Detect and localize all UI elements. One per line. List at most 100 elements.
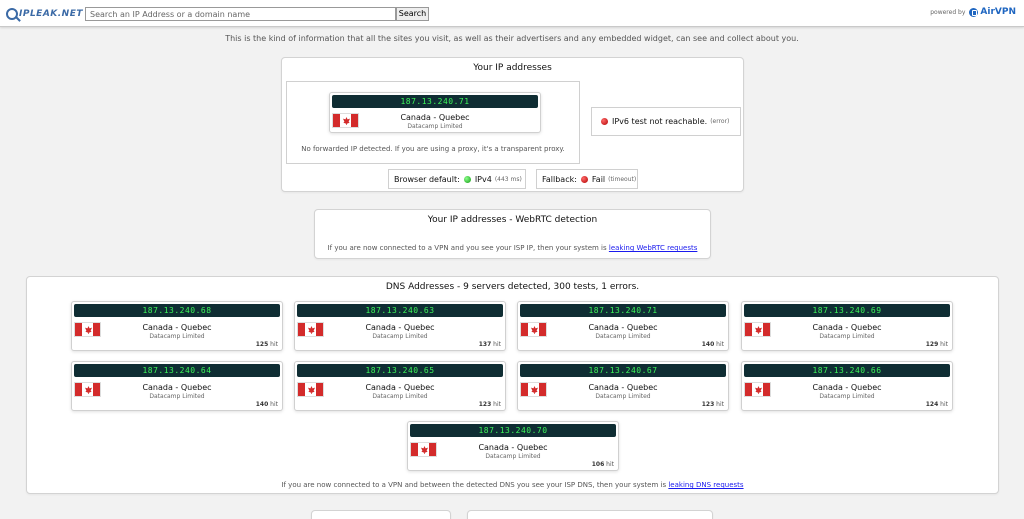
hit-label: hit	[270, 401, 278, 408]
webrtc-note: If you are now connected to a VPN and yo…	[315, 244, 710, 252]
dns-server-isp: Datacamp Limited	[595, 333, 651, 340]
ipv6-text: IPv6 test not reachable.	[612, 117, 708, 126]
leaking-webrtc-link[interactable]: leaking WebRTC requests	[609, 244, 698, 252]
search-button[interactable]: Search	[396, 7, 429, 21]
dns-server-card: 187.13.240.65 Canada - Quebec Datacamp L…	[294, 361, 506, 411]
dns-title: DNS Addresses - 9 servers detected, 300 …	[385, 282, 640, 292]
dns-server-hits: 140 hit	[702, 341, 724, 348]
dns-server-isp: Datacamp Limited	[819, 333, 875, 340]
dns-server-location: Canada - Quebec	[365, 323, 435, 332]
airvpn-lock-icon	[969, 7, 979, 17]
dns-server-hits: 123 hit	[702, 401, 724, 408]
next-panel-left	[311, 510, 451, 519]
hit-count: 129	[925, 341, 939, 348]
dns-server-isp: Datacamp Limited	[595, 393, 651, 400]
hit-label: hit	[606, 461, 614, 468]
intro-text: This is the kind of information that all…	[225, 34, 799, 43]
dns-server-hits: 125 hit	[256, 341, 278, 348]
hit-label: hit	[940, 341, 948, 348]
dns-server-card: 187.13.240.69 Canada - Quebec Datacamp L…	[741, 301, 953, 351]
hit-label: hit	[270, 341, 278, 348]
fallback-note: (timeout)	[608, 175, 637, 183]
fail-dot-icon	[580, 175, 588, 183]
fallback-label: Fallback:	[542, 174, 577, 184]
dns-server-card: 187.13.240.71 Canada - Quebec Datacamp L…	[517, 301, 729, 351]
hit-label: hit	[493, 401, 501, 408]
dns-server-location: Canada - Quebec	[588, 323, 658, 332]
dns-server-ip[interactable]: 187.13.240.71	[520, 304, 726, 317]
browser-default-note: (443 ms)	[494, 175, 522, 183]
hit-count: 123	[478, 401, 492, 408]
hit-count: 140	[701, 341, 715, 348]
dns-server-card: 187.13.240.70 Canada - Quebec Datacamp L…	[407, 421, 619, 471]
ok-dot-icon	[463, 175, 471, 183]
hit-label: hit	[716, 341, 724, 348]
dns-server-ip[interactable]: 187.13.240.67	[520, 364, 726, 377]
dns-server-ip[interactable]: 187.13.240.69	[744, 304, 950, 317]
dns-server-hits: 124 hit	[926, 401, 948, 408]
dns-server-location: Canada - Quebec	[142, 323, 212, 332]
hit-count: 125	[255, 341, 269, 348]
webrtc-panel: Your IP addresses - WebRTC detection If …	[314, 209, 711, 259]
hit-label: hit	[493, 341, 501, 348]
dns-server-location: Canada - Quebec	[478, 443, 548, 452]
dns-note-text: If you are now connected to a VPN and be…	[281, 481, 667, 489]
next-panel-right	[467, 510, 713, 519]
dns-server-ip[interactable]: 187.13.240.64	[74, 364, 280, 377]
dns-server-isp: Datacamp Limited	[372, 333, 428, 340]
dns-server-card: 187.13.240.67 Canada - Quebec Datacamp L…	[517, 361, 729, 411]
ipv4-isp: Datacamp Limited	[407, 123, 463, 130]
dns-server-isp: Datacamp Limited	[372, 393, 428, 400]
ipv4-location: Canada - Quebec	[400, 113, 470, 122]
ipv4-address[interactable]: 187.13.240.71	[332, 95, 538, 108]
hit-label: hit	[940, 401, 948, 408]
magnifier-logo-icon	[6, 8, 18, 20]
webrtc-note-text: If you are now connected to a VPN and yo…	[327, 244, 607, 252]
ipv6-note: (error)	[710, 118, 730, 125]
dns-server-hits: 140 hit	[256, 401, 278, 408]
search-input[interactable]	[85, 7, 396, 21]
dns-server-isp: Datacamp Limited	[485, 453, 541, 460]
dns-server-ip[interactable]: 187.13.240.65	[297, 364, 503, 377]
airvpn-logo-text: AirVPN	[980, 7, 1016, 17]
dns-server-location: Canada - Quebec	[812, 383, 882, 392]
dns-server-hits: 137 hit	[479, 341, 501, 348]
leaking-dns-link[interactable]: leaking DNS requests	[668, 481, 743, 489]
fallback-status: Fallback: Fail (timeout)	[536, 169, 638, 189]
top-bar: IPLEAK.NET Search powered by AirVPN	[0, 0, 1024, 27]
dns-server-card: 187.13.240.63 Canada - Quebec Datacamp L…	[294, 301, 506, 351]
dns-server-isp: Datacamp Limited	[819, 393, 875, 400]
ipv6-status: IPv6 test not reachable. (error)	[591, 107, 741, 136]
dns-server-card: 187.13.240.68 Canada - Quebec Datacamp L…	[71, 301, 283, 351]
ipv4-box: 187.13.240.71 Canada - Quebec Datacamp L…	[286, 81, 580, 164]
error-dot-icon	[601, 118, 608, 125]
dns-server-location: Canada - Quebec	[142, 383, 212, 392]
dns-server-ip[interactable]: 187.13.240.68	[74, 304, 280, 317]
dns-server-ip[interactable]: 187.13.240.63	[297, 304, 503, 317]
hit-count: 137	[478, 341, 492, 348]
hit-count: 106	[591, 461, 605, 468]
site-logo[interactable]: IPLEAK.NET	[6, 7, 83, 21]
dns-panel: DNS Addresses - 9 servers detected, 300 …	[26, 276, 999, 494]
browser-default-value: IPv4	[474, 174, 492, 184]
browser-default-status: Browser default: IPv4 (443 ms)	[388, 169, 526, 189]
dns-server-ip[interactable]: 187.13.240.66	[744, 364, 950, 377]
no-forward-text: No forwarded IP detected. If you are usi…	[301, 145, 565, 153]
hit-label: hit	[716, 401, 724, 408]
dns-server-location: Canada - Quebec	[588, 383, 658, 392]
browser-default-label: Browser default:	[394, 174, 460, 184]
fallback-value: Fail	[591, 174, 606, 184]
dns-server-location: Canada - Quebec	[365, 383, 435, 392]
powered-by-label: powered by	[930, 8, 966, 16]
dns-server-hits: 106 hit	[592, 461, 614, 468]
ip-addresses-panel: Your IP addresses 187.13.240.71 Canada -…	[281, 57, 744, 192]
ipv4-card: 187.13.240.71 Canada - Quebec Datacamp L…	[329, 92, 541, 133]
dns-note: If you are now connected to a VPN and be…	[27, 481, 998, 489]
webrtc-title: Your IP addresses - WebRTC detection	[427, 215, 598, 225]
dns-server-location: Canada - Quebec	[812, 323, 882, 332]
powered-by[interactable]: powered by AirVPN	[930, 7, 1016, 17]
dns-server-hits: 129 hit	[926, 341, 948, 348]
dns-server-ip[interactable]: 187.13.240.70	[410, 424, 616, 437]
hit-count: 123	[701, 401, 715, 408]
dns-server-card: 187.13.240.66 Canada - Quebec Datacamp L…	[741, 361, 953, 411]
